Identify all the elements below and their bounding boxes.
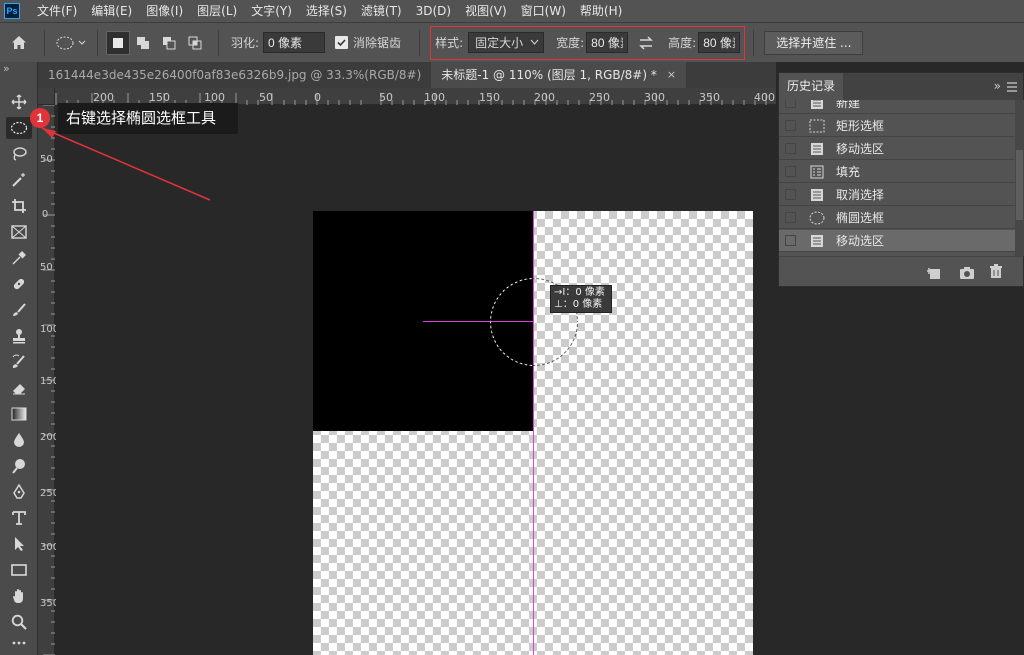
move-offset-tooltip: →I：0 像素 ⊥：0 像素 <box>550 285 612 313</box>
instruction-callout: 右键选择椭圆选框工具 <box>58 103 238 134</box>
offset-y-readout: ⊥：0 像素 <box>554 299 603 310</box>
offset-x-readout: →I：0 像素 <box>554 287 605 298</box>
step-badge: 1 <box>30 108 50 128</box>
annotation-arrow <box>41 127 211 201</box>
